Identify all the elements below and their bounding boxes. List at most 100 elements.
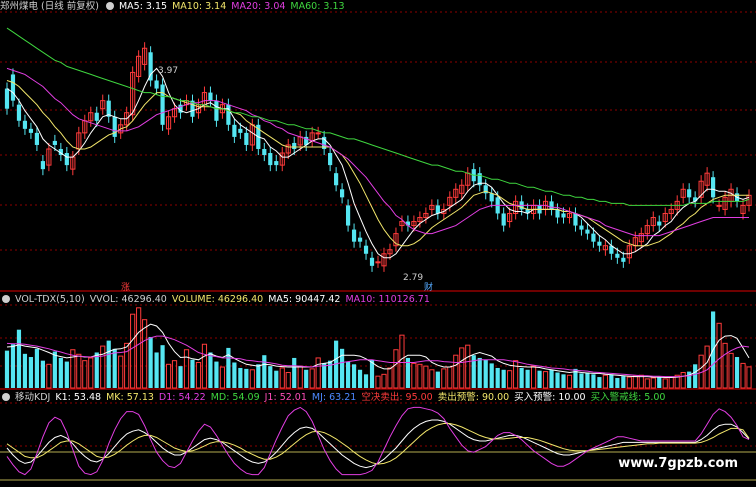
buy-line-legend: 买入警戒线: 5.00 — [590, 392, 666, 403]
volume-bar-up — [638, 374, 644, 389]
volume-bar-up — [459, 347, 465, 389]
volume-bar-up — [411, 362, 417, 389]
volume-bar-down — [34, 348, 40, 388]
candle-down — [34, 132, 40, 145]
volume-bar-up — [387, 367, 393, 389]
volume-bar-down — [621, 376, 626, 388]
volume-bar-down — [4, 350, 10, 388]
candle-down — [328, 153, 333, 166]
candle-down — [262, 148, 267, 156]
volume-bar-down — [238, 367, 243, 388]
volume-bar-up — [309, 368, 315, 389]
volume-bar-down — [244, 368, 249, 388]
volume-bar-down — [435, 371, 440, 388]
volume-bar-up — [118, 355, 124, 389]
candle-down — [573, 213, 578, 226]
volume-bar-up — [632, 375, 638, 389]
volume-bar-up — [644, 378, 650, 389]
volume-bar-down — [549, 369, 554, 388]
watermark: www.7gpzb.com — [618, 456, 738, 471]
cai-mark: 财 — [424, 283, 434, 293]
candle-down — [345, 205, 351, 226]
volume-bar-up — [704, 345, 710, 389]
price-header: 郑州煤电 (日线 前复权) MA5: 3.15 MA10: 3.14 MA20: 3.… — [0, 0, 350, 13]
candle-down — [579, 225, 584, 230]
volume-bar-down — [22, 353, 28, 388]
volume-bar-down — [226, 347, 231, 388]
high-price-label: 3.97 — [158, 66, 179, 76]
volume-bar-down — [28, 357, 34, 388]
volume-bar-down — [262, 355, 267, 388]
volume-bar-down — [615, 377, 620, 388]
volume-bar-down — [525, 369, 530, 388]
volume-bar-up — [100, 345, 106, 389]
volume-bar-up — [626, 376, 632, 389]
volume-bar-up — [183, 349, 190, 389]
sell-alert-legend: 卖出预警: 90.00 — [437, 392, 510, 403]
ma10-legend: MA10: 3.14 — [172, 1, 227, 12]
volume-bar-up — [668, 376, 674, 389]
candle-down — [621, 257, 626, 262]
settings-icon[interactable] — [2, 295, 10, 303]
volume-bar-down — [232, 362, 237, 388]
ma5-legend: MA5: 3.15 — [118, 1, 168, 12]
volume-bar-down — [357, 369, 363, 388]
volume-bar-up — [195, 361, 202, 389]
candle-down — [274, 161, 279, 166]
volume-bar-up — [249, 369, 255, 389]
volume-bar-down — [322, 363, 327, 388]
candle-down — [597, 241, 602, 246]
candle-down — [340, 189, 345, 198]
volume-bar-up — [142, 319, 148, 389]
settings-icon[interactable] — [2, 393, 10, 401]
volume-bar-up — [542, 371, 549, 389]
volume-bar-up — [728, 352, 734, 389]
volume-bar-down — [363, 374, 369, 388]
volume-bar-down — [64, 361, 69, 388]
price-ma-line-ma20 — [6, 67, 749, 237]
candle-down — [489, 193, 494, 202]
volume-bar-up — [285, 372, 291, 389]
md-legend: MD: 54.09 — [210, 392, 260, 403]
volume-bar-down — [585, 372, 590, 388]
volume-bar-down — [537, 370, 542, 388]
volume-bar-up — [423, 365, 429, 389]
volume-bar-down — [154, 352, 159, 388]
candle-down — [585, 229, 590, 234]
volume-bar-up — [88, 357, 94, 389]
volume-bar-up — [662, 378, 668, 389]
volume-bar-down — [214, 361, 219, 388]
volume-bar-down — [609, 374, 614, 388]
candle-down — [591, 233, 596, 242]
k1-legend: K1: 53.48 — [55, 392, 102, 403]
candle-down — [208, 92, 213, 101]
candle-down — [232, 124, 237, 137]
candle-down — [4, 88, 10, 109]
price-ma-line-ma5 — [6, 67, 750, 259]
candle-down — [52, 140, 57, 145]
settings-icon[interactable] — [105, 2, 114, 10]
volume-bar-up — [171, 360, 178, 389]
volume-bar-up — [136, 307, 142, 389]
ma60-legend: MA60: 3.13 — [290, 1, 345, 12]
volume-bar-up — [746, 366, 752, 389]
candle-down — [549, 201, 554, 210]
volume-bar-up — [566, 374, 573, 389]
j1-legend: J1: 52.01 — [264, 392, 307, 403]
volume-bar-down — [477, 357, 482, 388]
volume-bar-down — [345, 361, 351, 388]
volume-bar-down — [40, 360, 45, 388]
volume-bar-down — [256, 364, 261, 388]
candle-up — [716, 204, 722, 207]
candle-down — [351, 229, 357, 242]
candle-down — [555, 209, 560, 218]
candle-down — [292, 142, 297, 149]
volume-bar-up — [417, 363, 423, 389]
volume-bar-up — [453, 354, 459, 389]
candle-down — [363, 245, 369, 254]
candle-up — [315, 132, 321, 135]
volume-bar-down — [591, 374, 596, 388]
volume-bar-down — [58, 357, 63, 388]
volume-bar-down — [734, 357, 740, 388]
volume-bar-down — [190, 359, 195, 388]
